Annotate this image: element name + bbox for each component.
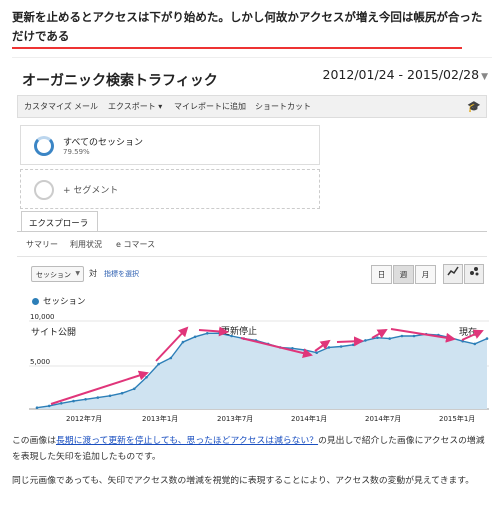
data-point xyxy=(315,351,319,354)
segment-percent: 79.59% xyxy=(63,148,90,156)
paragraph-text: この画像は xyxy=(12,436,56,446)
data-point xyxy=(169,356,173,360)
data-point xyxy=(412,334,416,338)
add-segment-label: + セグメント xyxy=(63,186,119,196)
toolbar-add-to-dashboard[interactable]: マイレポートに追加 xyxy=(174,101,246,112)
metric-selector-label: セッション xyxy=(36,271,71,279)
data-point xyxy=(120,391,124,395)
data-point xyxy=(157,362,160,366)
x-tick-label: 2015年1月 xyxy=(439,414,475,423)
x-tick-label: 2012年7月 xyxy=(66,414,102,423)
metric-selector[interactable]: セッション ▼ xyxy=(31,266,84,282)
data-point xyxy=(84,398,87,401)
trend-arrow xyxy=(371,329,388,339)
article-paragraph-2: 同じ元画像であっても、矢印でアクセス数の増減を視覚的に表現することにより、アクセ… xyxy=(12,476,475,486)
data-point xyxy=(291,347,294,350)
data-point xyxy=(473,342,477,346)
report-title: オーガニック検索トラフィック xyxy=(22,73,218,89)
data-point xyxy=(145,376,148,379)
data-point xyxy=(388,337,392,340)
subtab-summary[interactable]: サマリー xyxy=(26,239,58,250)
data-point xyxy=(339,345,343,348)
data-point xyxy=(485,337,489,340)
trend-arrow xyxy=(336,336,364,347)
toolbar-email[interactable]: メール xyxy=(74,101,98,112)
graduation-cap-icon[interactable]: 🎓 xyxy=(467,100,481,113)
article-link[interactable]: 長期に渡って更新を停止しても、思ったほどアクセスは減らない？ xyxy=(56,436,318,446)
x-tick-label: 2014年7月 xyxy=(365,414,401,423)
x-tick-label: 2014年1月 xyxy=(291,414,327,423)
granularity-day-button[interactable]: 日 xyxy=(371,265,392,284)
legend-label: セッション xyxy=(43,297,86,307)
x-tick-label: 2013年1月 xyxy=(142,414,178,423)
headline-divider xyxy=(12,47,462,49)
data-point xyxy=(60,402,63,405)
data-point xyxy=(376,336,379,339)
data-point xyxy=(133,387,136,391)
sessions-area xyxy=(37,333,487,409)
motion-chart-icon[interactable] xyxy=(464,264,484,284)
data-point xyxy=(181,340,185,344)
versus-label: 対 xyxy=(89,269,97,278)
select-metric-link[interactable]: 指標を選択 xyxy=(104,269,139,279)
toolbar-shortcut[interactable]: ショートカット xyxy=(255,101,311,112)
subtab-divider xyxy=(17,256,487,257)
chevron-down-icon: ▼ xyxy=(75,270,80,277)
line-chart-icon[interactable] xyxy=(443,264,463,284)
toolbar-export[interactable]: エクスポート ▾ xyxy=(108,101,162,112)
data-point xyxy=(327,346,331,349)
subtab-ecommerce[interactable]: e コマース xyxy=(116,239,155,250)
add-segment-box[interactable]: + セグメント xyxy=(20,169,320,209)
tab-divider xyxy=(17,231,487,232)
date-range-text: 2012/01/24 - 2015/02/28 xyxy=(322,67,480,82)
date-range-selector[interactable]: 2012/01/24 - 2015/02/28 ▼ xyxy=(323,67,488,82)
data-point xyxy=(400,334,404,338)
x-tick-label: 2013年7月 xyxy=(217,414,253,423)
segment-all-sessions[interactable]: すべてのセッション 79.59% xyxy=(20,125,320,165)
article-paragraph-1: この画像は長期に渡って更新を停止しても、思ったほどアクセスは減らない？の見出しで… xyxy=(12,433,490,465)
article-headline: 更新を止めるとアクセスは下がり始めた。しかし何故かアクセスが増え今回は帳尻が合っ… xyxy=(12,10,483,43)
sessions-chart: 10,000 5,000 2012年7月 2013年1月 2013年7月 201… xyxy=(29,313,489,423)
data-point xyxy=(206,332,209,335)
segment-donut-icon xyxy=(34,136,54,156)
data-point xyxy=(35,406,39,409)
data-point xyxy=(47,404,51,408)
y-tick-label: 5,000 xyxy=(30,358,50,366)
analytics-screenshot: オーガニック検索トラフィック 2012/01/24 - 2015/02/28 ▼ … xyxy=(12,57,492,423)
data-point xyxy=(108,394,112,398)
data-point xyxy=(193,335,197,339)
report-toolbar: カスタマイズ メール エクスポート ▾ マイレポートに追加 ショートカット 🎓 xyxy=(17,95,487,118)
y-tick-label: 10,000 xyxy=(30,313,55,321)
granularity-week-button[interactable]: 週 xyxy=(393,265,414,284)
legend-marker xyxy=(32,298,39,305)
data-point xyxy=(303,348,306,352)
granularity-month-button[interactable]: 月 xyxy=(415,265,436,284)
subtab-usage[interactable]: 利用状況 xyxy=(70,239,102,250)
tab-explorer[interactable]: エクスプローラ xyxy=(21,211,98,232)
annotation-site-launch: サイト公開 xyxy=(31,327,76,338)
chevron-down-icon: ▼ xyxy=(481,72,488,82)
toolbar-customize[interactable]: カスタマイズ xyxy=(24,101,72,112)
segment-title: すべてのセッション xyxy=(63,138,144,148)
empty-segment-icon xyxy=(34,180,54,200)
data-point xyxy=(96,396,100,399)
data-point xyxy=(364,339,367,342)
data-point xyxy=(72,399,75,403)
data-point xyxy=(351,343,355,347)
